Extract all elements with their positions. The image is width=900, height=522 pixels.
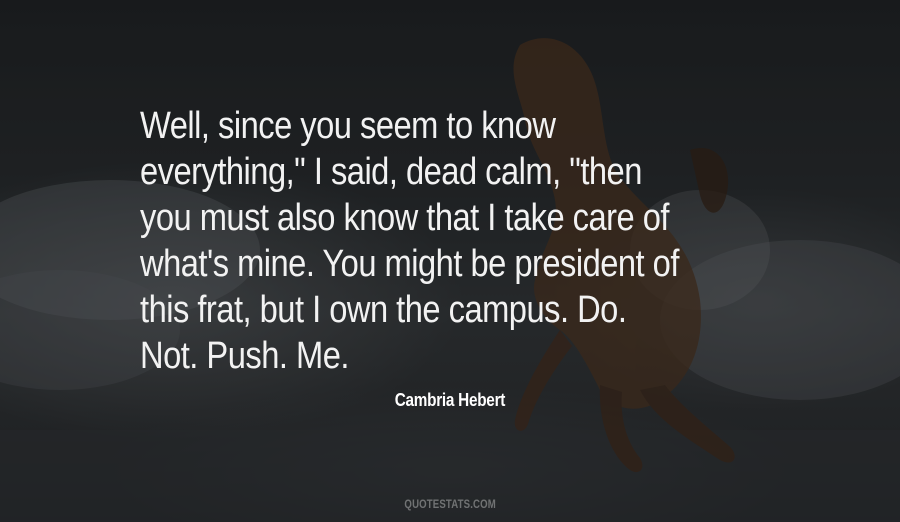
watermark-text: QUOTESTATS.COM <box>404 497 496 511</box>
quote-line: this frat, but I own the campus. Do. <box>140 289 627 331</box>
quote-line: you must also know that I take care of <box>140 197 669 239</box>
author-name: Cambria Hebert <box>394 390 506 410</box>
quote-line: Not. Push. Me. <box>140 335 349 377</box>
site-watermark: QUOTESTATS.COM <box>0 497 900 511</box>
quote-line: Well, since you seem to know <box>140 105 556 147</box>
quote-author: Cambria Hebert <box>0 390 900 411</box>
quote-text: Well, since you seem to know everything,… <box>140 103 725 379</box>
quote-line: what's mine. You might be president of <box>140 243 679 285</box>
quote-line: everything," I said, dead calm, "then <box>140 151 642 193</box>
quote-image: Well, since you seem to know everything,… <box>0 0 900 522</box>
